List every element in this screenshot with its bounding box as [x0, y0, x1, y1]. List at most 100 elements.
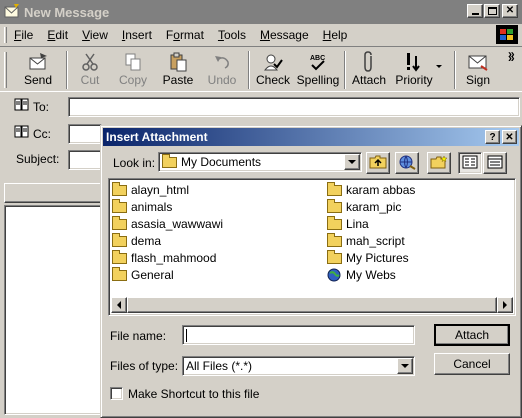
copy-label: Copy — [118, 73, 147, 87]
new-folder-button[interactable] — [427, 152, 451, 174]
menu-view[interactable]: View — [82, 28, 108, 42]
list-item[interactable]: karam abbas — [327, 181, 415, 198]
globe-search-icon — [398, 154, 416, 173]
menu-help[interactable]: Help — [323, 28, 348, 42]
look-in-label: Look in: — [113, 156, 156, 170]
files-of-type-select[interactable]: All Files (*.*) — [182, 356, 415, 376]
help-icon: ? — [489, 131, 496, 143]
menu-edit[interactable]: Edit — [47, 28, 68, 42]
close-button[interactable]: ✕ — [502, 4, 518, 18]
to-label-group[interactable]: To: — [14, 98, 49, 115]
file-name-label: File name: — [110, 329, 167, 343]
menu-file[interactable]: File — [14, 28, 33, 42]
horizontal-scrollbar[interactable] — [111, 297, 513, 313]
sign-button[interactable]: Sign — [460, 51, 496, 89]
address-book-icon — [14, 98, 30, 115]
folder-icon — [112, 181, 127, 196]
maximize-button[interactable] — [484, 4, 500, 18]
insert-attachment-dialog: Insert Attachment ? ✕ Look in: My Docume… — [100, 125, 522, 418]
list-item[interactable]: My Pictures — [327, 249, 409, 266]
priority-label: Priority — [395, 73, 433, 87]
to-field[interactable] — [68, 97, 520, 117]
send-icon — [26, 51, 50, 73]
list-item[interactable]: mah_script — [327, 232, 405, 249]
minimize-button[interactable] — [467, 4, 483, 18]
paste-button[interactable]: Paste — [160, 51, 196, 89]
cc-label: Cc: — [33, 126, 51, 141]
menu-format[interactable]: Format — [166, 28, 204, 42]
folder-icon — [112, 232, 127, 247]
arrow-right-icon — [503, 301, 507, 309]
scroll-left-button[interactable] — [111, 297, 127, 313]
search-web-button[interactable] — [395, 152, 419, 174]
dialog-title: Insert Attachment — [106, 130, 208, 144]
new-folder-icon — [430, 154, 448, 172]
text-cursor — [186, 328, 187, 342]
list-item[interactable]: dema — [112, 232, 161, 249]
list-item[interactable]: flash_mahmood — [112, 249, 216, 266]
help-button[interactable]: ? — [485, 130, 500, 144]
dialog-close-button[interactable]: ✕ — [502, 130, 517, 144]
files-of-type-dropdown-button[interactable] — [397, 358, 413, 374]
menu-insert[interactable]: Insert — [122, 28, 152, 42]
paste-icon — [166, 51, 190, 73]
look-in-value: My Documents — [181, 155, 262, 169]
chevron-down-icon — [348, 160, 356, 164]
list-item[interactable]: My Webs — [327, 267, 396, 283]
sign-envelope-icon — [466, 51, 490, 73]
copy-icon — [121, 51, 145, 73]
send-button[interactable]: Send — [20, 51, 56, 89]
list-item[interactable]: karam_pic — [327, 198, 401, 215]
toolbar-overflow-chevron[interactable]: » — [508, 51, 515, 65]
priority-dropdown-arrow[interactable] — [436, 65, 442, 68]
list-item[interactable]: General — [112, 266, 174, 283]
maximize-icon — [487, 7, 497, 15]
toolbar-separator — [344, 51, 346, 89]
copy-button[interactable]: Copy — [116, 51, 150, 89]
check-names-button[interactable]: Check — [254, 51, 292, 89]
look-in-dropdown-button[interactable] — [344, 154, 360, 170]
folder-icon — [327, 198, 342, 213]
format-toolbar — [4, 183, 102, 203]
window-title-bar: New Message ✕ — [0, 0, 522, 24]
list-item[interactable]: Lina — [327, 215, 369, 232]
folder-icon — [327, 181, 342, 196]
priority-button[interactable]: Priority — [394, 51, 434, 89]
files-of-type-value: All Files (*.*) — [186, 359, 253, 373]
scroll-thumb[interactable] — [127, 297, 497, 313]
menu-tools[interactable]: Tools — [218, 28, 246, 42]
toolbar: Send Cut Copy Paste Undo Check ABC Spell… — [0, 46, 522, 92]
minimize-icon — [471, 13, 479, 15]
message-body[interactable] — [4, 205, 102, 415]
paste-label: Paste — [162, 73, 194, 87]
close-icon: ✕ — [505, 131, 514, 143]
new-message-icon — [4, 3, 20, 21]
details-view-button[interactable] — [483, 152, 507, 174]
folder-icon — [327, 215, 342, 230]
list-item[interactable]: asasia_wawwawi — [112, 215, 223, 232]
attach-button[interactable]: Attach — [350, 51, 388, 89]
up-one-level-button[interactable] — [366, 152, 390, 174]
arrow-left-icon — [117, 301, 121, 309]
cut-button[interactable]: Cut — [74, 51, 106, 89]
cc-label-group[interactable]: Cc: — [14, 125, 51, 142]
cancel-button[interactable]: Cancel — [434, 353, 510, 375]
attach-submit-button[interactable]: Attach — [434, 324, 510, 346]
list-view-button[interactable] — [458, 152, 482, 174]
cc-field[interactable] — [68, 124, 102, 144]
file-list[interactable]: alayn_html animals asasia_wawwawi dema f… — [108, 178, 516, 316]
spelling-button[interactable]: ABC Spelling — [296, 51, 340, 89]
list-item[interactable]: alayn_html — [112, 181, 189, 198]
list-item[interactable]: animals — [112, 198, 172, 215]
chevron-down-icon — [401, 364, 409, 368]
folder-open-icon — [162, 153, 177, 168]
menu-message[interactable]: Message — [260, 28, 309, 42]
send-label: Send — [23, 73, 53, 87]
undo-icon — [210, 51, 234, 73]
subject-field[interactable] — [68, 150, 102, 170]
look-in-combo[interactable]: My Documents — [158, 152, 362, 172]
make-shortcut-checkbox[interactable] — [110, 387, 123, 400]
scroll-right-button[interactable] — [497, 297, 513, 313]
file-name-input[interactable] — [182, 325, 415, 345]
undo-button[interactable]: Undo — [204, 51, 240, 89]
